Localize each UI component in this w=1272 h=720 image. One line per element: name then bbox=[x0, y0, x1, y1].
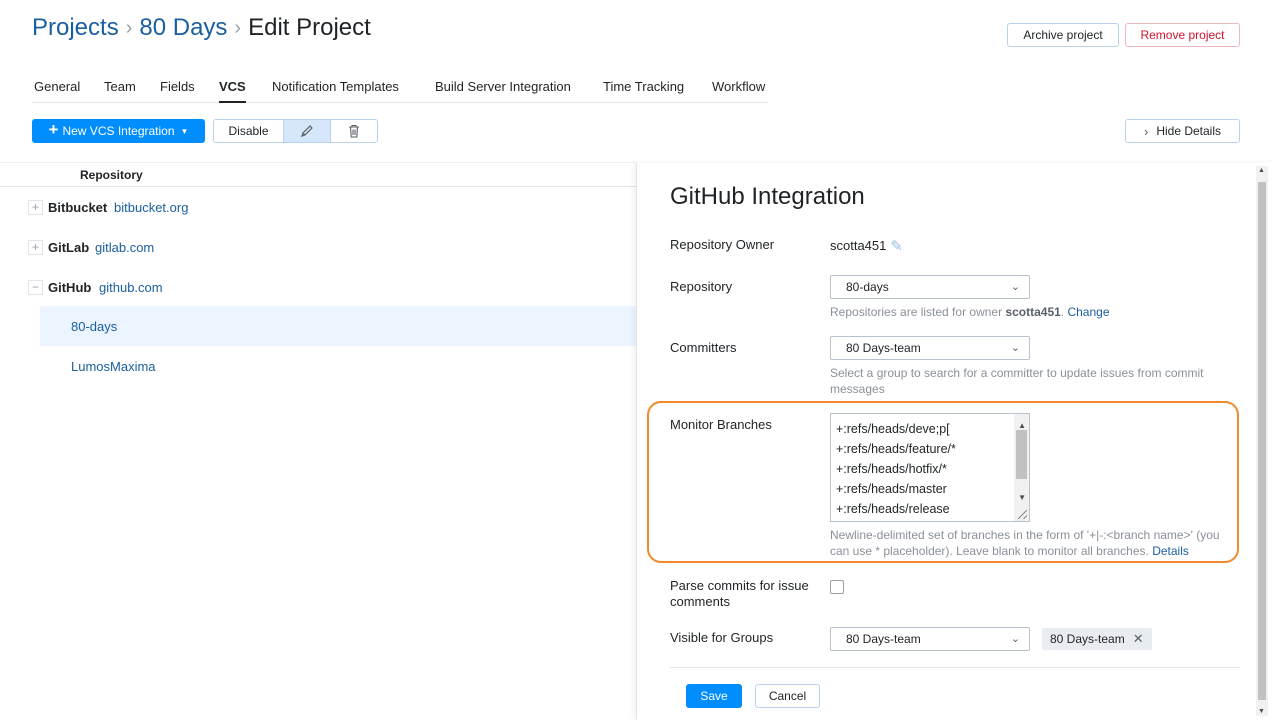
server-name: GitHub bbox=[48, 279, 92, 295]
repository-column-header: Repository bbox=[0, 162, 636, 187]
chevron-down-icon: ⌄ bbox=[1010, 281, 1020, 293]
repo-row-80-days[interactable]: 80-days bbox=[40, 306, 636, 346]
new-vcs-integration-label: New VCS Integration bbox=[62, 124, 175, 138]
page-title: Edit Project bbox=[248, 14, 371, 41]
remove-project-button[interactable]: Remove project bbox=[1125, 23, 1240, 47]
visible-for-groups-label: Visible for Groups bbox=[670, 630, 774, 645]
vcs-action-group: Disable bbox=[213, 119, 378, 143]
scrollbar-thumb[interactable] bbox=[1016, 430, 1027, 479]
caret-down-icon: ▼ bbox=[180, 126, 189, 136]
repository-label: Repository bbox=[670, 279, 733, 294]
tab-vcs[interactable]: VCS bbox=[219, 79, 246, 103]
server-row-github[interactable]: − GitHub github.com bbox=[0, 267, 636, 307]
tab-notification-templates[interactable]: Notification Templates bbox=[272, 79, 399, 94]
breadcrumb: Projects › 80 Days › Edit Project bbox=[32, 14, 371, 42]
tab-team[interactable]: Team bbox=[104, 79, 136, 94]
visible-for-groups-select[interactable]: 80 Days-team ⌄ bbox=[830, 627, 1030, 651]
scroll-down-arrow-icon[interactable]: ▼ bbox=[1018, 488, 1026, 508]
breadcrumb-projects-link[interactable]: Projects bbox=[32, 14, 119, 42]
breadcrumb-separator: › bbox=[125, 16, 133, 39]
repository-owner-label: Repository Owner bbox=[670, 237, 775, 252]
repository-hint-owner: scotta451 bbox=[1005, 305, 1061, 319]
chevron-down-icon: ⌄ bbox=[1010, 633, 1020, 645]
parse-commits-label: Parse commits for issue comments bbox=[670, 578, 809, 609]
breadcrumb-separator: › bbox=[234, 16, 242, 39]
repository-owner-value: scotta451 ✎ bbox=[830, 237, 903, 255]
cancel-button[interactable]: Cancel bbox=[755, 684, 820, 708]
committers-select[interactable]: 80 Days-team ⌄ bbox=[830, 336, 1030, 360]
monitor-branches-hint: Newline-delimited set of branches in the… bbox=[830, 527, 1240, 559]
collapse-icon[interactable]: − bbox=[28, 279, 43, 295]
hide-details-button[interactable]: › Hide Details bbox=[1125, 119, 1240, 143]
group-tag-label: 80 Days-team bbox=[1050, 632, 1125, 646]
server-url[interactable]: gitlab.com bbox=[95, 240, 154, 255]
branch-line: +:refs/heads/feature/* bbox=[836, 442, 956, 456]
archive-project-button[interactable]: Archive project bbox=[1007, 23, 1119, 47]
change-owner-link[interactable]: Change bbox=[1067, 305, 1109, 319]
committers-label: Committers bbox=[670, 340, 737, 355]
parse-commits-checkbox[interactable] bbox=[830, 580, 844, 594]
scrollbar-thumb[interactable] bbox=[1258, 182, 1266, 700]
committers-selected-value: 80 Days-team bbox=[846, 341, 921, 355]
server-name: Bitbucket bbox=[48, 199, 108, 215]
repository-selected-value: 80-days bbox=[846, 280, 889, 294]
server-url[interactable]: github.com bbox=[99, 280, 163, 295]
branch-line: +:refs/heads/deve;p[ bbox=[836, 422, 950, 436]
repository-select[interactable]: 80-days ⌄ bbox=[830, 275, 1030, 299]
breadcrumb-project-link[interactable]: 80 Days bbox=[139, 14, 227, 42]
monitor-branches-label: Monitor Branches bbox=[670, 417, 772, 432]
scroll-down-arrow-icon[interactable]: ▼ bbox=[1258, 708, 1265, 715]
resize-handle-icon[interactable] bbox=[1018, 510, 1027, 519]
integration-details-panel: GitHub Integration Repository Owner scot… bbox=[636, 163, 1272, 720]
tab-workflow[interactable]: Workflow bbox=[712, 79, 765, 94]
plus-icon: + bbox=[48, 120, 59, 139]
textarea-scrollbar[interactable]: ▲ ▼ bbox=[1014, 414, 1029, 521]
repository-header-label: Repository bbox=[80, 168, 143, 182]
chevron-right-icon: › bbox=[1143, 123, 1149, 139]
edit-owner-pencil-icon[interactable]: ✎ bbox=[890, 237, 903, 255]
panel-scrollbar[interactable]: ▲ ▼ bbox=[1256, 166, 1268, 716]
edit-button[interactable] bbox=[284, 120, 331, 142]
remove-tag-close-icon[interactable]: ✕ bbox=[1133, 631, 1144, 647]
tab-fields[interactable]: Fields bbox=[160, 79, 195, 94]
new-vcs-integration-button[interactable]: + New VCS Integration ▼ bbox=[32, 119, 205, 143]
expand-icon[interactable]: + bbox=[28, 239, 43, 255]
tab-build-server-integration[interactable]: Build Server Integration bbox=[435, 79, 571, 94]
branch-line: +:refs/heads/master bbox=[836, 482, 947, 496]
pencil-icon bbox=[301, 125, 313, 137]
branch-line: +:refs/heads/release bbox=[836, 502, 950, 516]
trash-icon bbox=[349, 124, 359, 138]
server-url[interactable]: bitbucket.org bbox=[114, 200, 188, 215]
server-row-gitlab[interactable]: + GitLab gitlab.com bbox=[0, 227, 636, 267]
hide-details-label: Hide Details bbox=[1156, 124, 1222, 138]
server-row-bitbucket[interactable]: + Bitbucket bitbucket.org bbox=[0, 187, 636, 227]
panel-title: GitHub Integration bbox=[670, 183, 865, 210]
repo-row-lumosmaxima[interactable]: LumosMaxima bbox=[0, 346, 636, 386]
expand-icon[interactable]: + bbox=[28, 199, 43, 215]
repo-name[interactable]: 80-days bbox=[71, 319, 117, 334]
repository-hint-text: Repositories are listed for owner bbox=[830, 305, 1006, 319]
monitor-branches-textarea[interactable]: +:refs/heads/deve;p[ +:refs/heads/featur… bbox=[830, 413, 1030, 522]
owner-name: scotta451 bbox=[830, 238, 887, 253]
details-link[interactable]: Details bbox=[1152, 544, 1189, 558]
tab-time-tracking[interactable]: Time Tracking bbox=[603, 79, 684, 94]
divider bbox=[670, 667, 1240, 668]
disable-button[interactable]: Disable bbox=[214, 120, 284, 142]
group-tag: 80 Days-team ✕ bbox=[1042, 628, 1152, 650]
visible-groups-selected-value: 80 Days-team bbox=[846, 632, 921, 646]
server-name: GitLab bbox=[48, 239, 90, 255]
tab-general[interactable]: General bbox=[34, 79, 80, 94]
branch-line: +:refs/heads/hotfix/* bbox=[836, 462, 947, 476]
repo-name[interactable]: LumosMaxima bbox=[71, 359, 156, 374]
project-tabs: General Team Fields VCS Notification Tem… bbox=[32, 76, 768, 103]
chevron-down-icon: ⌄ bbox=[1010, 342, 1020, 354]
repository-hint: Repositories are listed for owner scotta… bbox=[830, 304, 1240, 320]
scroll-up-arrow-icon[interactable]: ▲ bbox=[1258, 167, 1265, 174]
delete-button[interactable] bbox=[331, 120, 377, 142]
save-button[interactable]: Save bbox=[686, 684, 742, 708]
committers-hint: Select a group to search for a committer… bbox=[830, 366, 1204, 396]
